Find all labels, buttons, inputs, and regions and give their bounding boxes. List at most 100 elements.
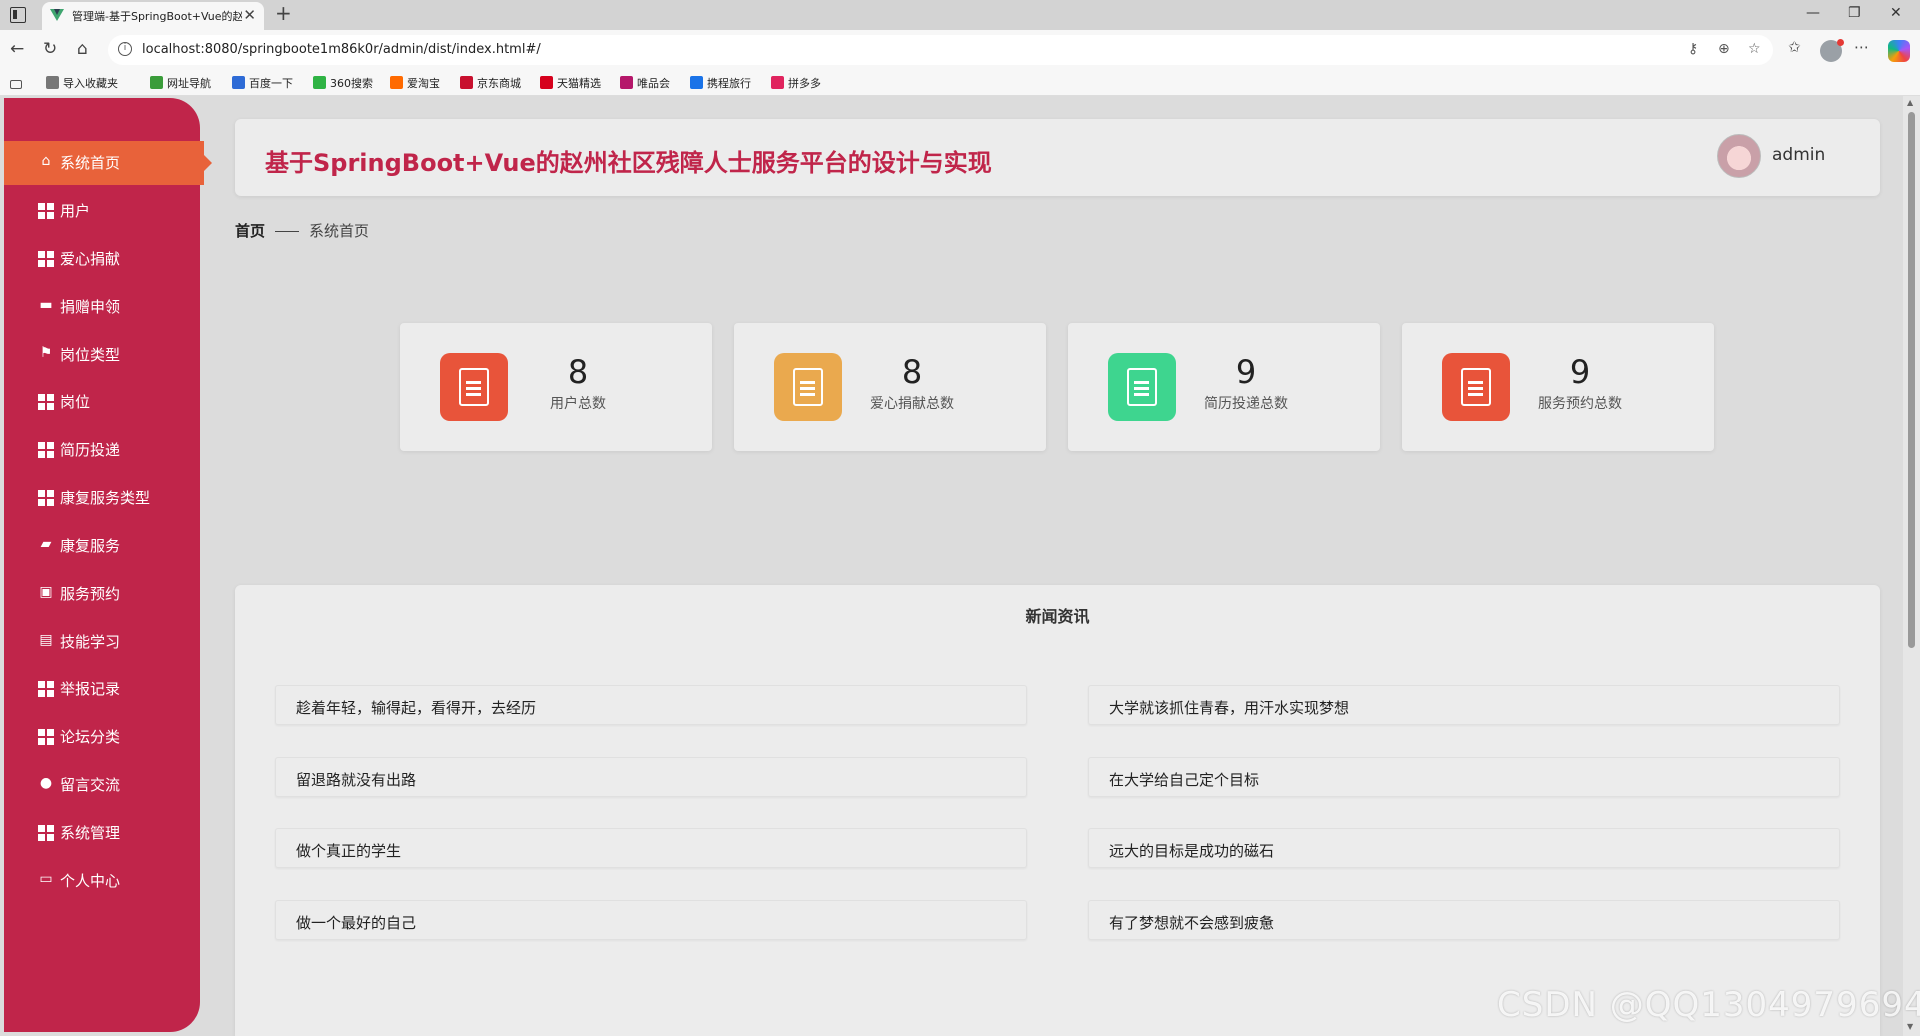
stat-card-resumes: 9 简历投递总数 [1068,323,1380,451]
briefcase-icon: ▬ [39,297,53,313]
news-item-text: 在大学给自己定个目标 [1109,771,1260,789]
news-item[interactable]: 在大学给自己定个目标 [1088,757,1840,797]
flag-icon: ⚑ [39,345,53,361]
breadcrumb-separator [275,231,300,232]
tab-actions-icon[interactable] [10,7,26,23]
bookmark-nav[interactable]: 网址导航 [150,75,211,91]
scroll-up-icon[interactable]: ▲ [1907,98,1913,107]
stat-value: 8 [901,353,923,391]
app-viewport: ⌂ 系统首页 用户 爱心捐献 ▬ 捐赠申领 ⚑ 岗位类型 岗位 简历投递 康复服… [0,96,1920,1036]
bookmark-jd[interactable]: 京东商城 [460,75,521,91]
close-window-button[interactable]: ✕ [1890,5,1902,21]
vue-favicon-icon [50,9,64,21]
sidebar-item-booking[interactable]: ▣ 服务预约 [4,572,200,616]
key-icon[interactable]: ⚷ [1688,41,1698,57]
sidebar-item-messages[interactable]: ● 留言交流 [4,763,200,807]
home-icon[interactable]: ⌂ [77,39,88,59]
user-icon: ● [39,775,53,791]
back-icon[interactable]: ← [10,39,24,59]
bookmark-360[interactable]: 360搜索 [313,75,373,91]
browser-tab-bar: 管理端-基于SpringBoot+Vue的赵 ✕ + — ❐ ✕ [0,0,1920,30]
zoom-icon[interactable]: ⊕ [1718,41,1730,57]
sidebar-item-label: 论坛分类 [60,728,121,746]
bookmarks-bar: 导入收藏夹 网址导航 百度一下 360搜索 爱淘宝 京东商城 天猫精选 唯品会 … [0,70,1920,96]
sidebar-item-reports[interactable]: 举报记录 [4,667,200,711]
bookmark-favicon-icon [690,76,703,89]
sidebar-item-profile[interactable]: ▭ 个人中心 [4,859,200,903]
bookmark-baidu[interactable]: 百度一下 [232,75,293,91]
stat-label: 简历投递总数 [1204,396,1288,412]
profile-icon[interactable] [1820,39,1844,62]
bookmark-tmall[interactable]: 天猫精选 [540,75,601,91]
url-field[interactable]: i localhost:8080/springboote1m86k0r/admi… [108,35,1773,65]
sidebar-item-label: 康复服务 [60,537,121,555]
new-tab-button[interactable]: + [275,1,292,25]
sidebar-item-label: 捐赠申领 [60,298,121,316]
sidebar-item-jobs[interactable]: 岗位 [4,380,200,424]
page-title: 基于SpringBoot+Vue的赵州社区残障人士服务平台的设计与实现 [265,149,992,177]
scroll-thumb[interactable] [1908,112,1915,648]
sidebar-item-skills[interactable]: ▤ 技能学习 [4,620,200,664]
news-item[interactable]: 远大的目标是成功的磁石 [1088,828,1840,868]
reading-icon[interactable] [10,77,26,90]
bookmark-favicon-icon [150,76,163,89]
bookmark-pdd[interactable]: 拼多多 [771,75,821,91]
bookmark-vip[interactable]: 唯品会 [620,75,670,91]
avatar[interactable] [1717,134,1761,178]
reload-icon[interactable]: ↻ [43,39,57,59]
sidebar-item-rehab-type[interactable]: 康复服务类型 [4,476,200,520]
minimize-button[interactable]: — [1806,5,1820,21]
sidebar-item-forum-category[interactable]: 论坛分类 [4,715,200,759]
news-item-text: 远大的目标是成功的磁石 [1109,842,1275,860]
sidebar-item-resume[interactable]: 简历投递 [4,428,200,472]
url-text[interactable]: localhost:8080/springboote1m86k0r/admin/… [142,42,541,57]
stat-icon-box [774,353,842,421]
sidebar-item-users[interactable]: 用户 [4,189,200,233]
grid-icon [38,729,54,745]
bookmark-favicon-icon [620,76,633,89]
sidebar-item-donation-claim[interactable]: ▬ 捐赠申领 [4,285,200,329]
bookmark-favicon-icon [232,76,245,89]
more-menu-icon[interactable]: ⋯ [1854,38,1869,56]
news-item[interactable]: 做个真正的学生 [275,828,1027,868]
news-item[interactable]: 有了梦想就不会感到疲惫 [1088,900,1840,940]
news-title: 新闻资讯 [1025,607,1090,626]
copilot-icon[interactable] [1888,40,1910,62]
news-item[interactable]: 做一个最好的自己 [275,900,1027,940]
username[interactable]: admin [1772,145,1825,165]
sidebar-item-label: 留言交流 [60,776,121,794]
news-item[interactable]: 大学就该抓住青春，用汗水实现梦想 [1088,685,1840,725]
tab-title: 管理端-基于SpringBoot+Vue的赵 [72,10,242,23]
bookmark-favicon-icon [390,76,403,89]
stat-value: 9 [1569,353,1591,391]
sidebar-item-label: 个人中心 [60,872,121,890]
sidebar-item-job-type[interactable]: ⚑ 岗位类型 [4,333,200,377]
sidebar-item-label: 服务预约 [60,585,121,603]
news-item[interactable]: 趁着年轻，输得起，看得开，去经历 [275,685,1027,725]
grid-icon [38,442,54,458]
sidebar-item-label: 系统管理 [60,824,121,842]
clipboard-icon: ▤ [39,632,53,648]
favorite-star-icon[interactable]: ☆ [1748,41,1761,57]
news-item[interactable]: 留退路就没有出路 [275,757,1027,797]
grid-icon [38,490,54,506]
stat-value: 8 [567,353,589,391]
stat-label: 爱心捐献总数 [870,396,954,412]
bookmark-aitaobao[interactable]: 爱淘宝 [390,75,440,91]
bookmark-import[interactable]: 导入收藏夹 [46,75,118,91]
site-info-icon[interactable]: i [118,42,132,56]
watermark-text: CSDN @QQ1304979694 [1497,985,1920,1025]
stat-label: 服务预约总数 [1538,396,1622,412]
sidebar-item-rehab-service[interactable]: ▰ 康复服务 [4,524,200,568]
sidebar-item-system[interactable]: 系统管理 [4,811,200,855]
sidebar-item-home[interactable]: ⌂ 系统首页 [4,141,212,185]
page-scrollbar[interactable]: ▲ ▼ [1903,96,1920,1036]
tab-close-icon[interactable]: ✕ [243,6,256,24]
sidebar-item-donation[interactable]: 爱心捐献 [4,237,200,281]
favorites-icon[interactable]: ✩ [1788,38,1801,56]
home-icon: ⌂ [41,153,51,169]
browser-tab[interactable]: 管理端-基于SpringBoot+Vue的赵 ✕ [42,2,264,30]
restore-button[interactable]: ❐ [1848,5,1861,21]
bookmark-ctrip[interactable]: 携程旅行 [690,75,751,91]
breadcrumb-home[interactable]: 首页 [235,222,265,240]
